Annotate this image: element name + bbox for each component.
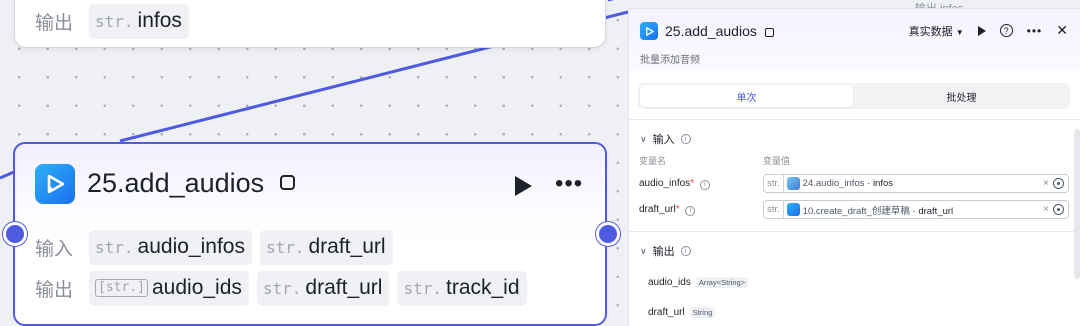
type-label: str. (265, 237, 305, 257)
plugin-badge-icon (764, 27, 774, 37)
ref-value: 10.create_draft_创建草稿 · draft_url (802, 205, 954, 217)
input-name: draft_url (308, 235, 386, 258)
info-icon: i (680, 246, 691, 256)
chevron-down-icon: ∨ (640, 245, 647, 256)
field-label-text: draft_url (639, 204, 676, 215)
ref-node: 24.audio_infos (802, 178, 865, 189)
output-name: track_id (446, 276, 520, 299)
col-var-value: 变量值 (763, 156, 791, 166)
node-detail-panel: 25.add_audios 批量添加音频 真实数据 ▼ ? ••• ✕ 单次 批… (628, 8, 1080, 326)
type-label: str. (403, 278, 442, 298)
input-chip: str. audio_infos (89, 230, 252, 265)
more-icon[interactable]: ••• (555, 172, 583, 196)
plugin-badge-icon (279, 175, 295, 191)
node-title-text: 25.add_audios (87, 168, 265, 198)
output-item: audio_ids Array<String> (648, 277, 749, 288)
info-icon: i (685, 205, 696, 216)
video-app-icon (640, 22, 658, 40)
node-add-audios[interactable]: 25.add_audios ••• 输入 str. audio_infos st… (13, 142, 607, 326)
audio-infos-ref-field[interactable]: str. 24.audio_infos · infos × (763, 174, 1069, 193)
tab-batch[interactable]: 批处理 (855, 85, 1068, 107)
video-app-icon (35, 164, 75, 204)
scrollbar[interactable] (1074, 129, 1080, 279)
chevron-down-icon: ∨ (640, 133, 647, 144)
output-type-tag: String (689, 307, 716, 318)
variable-picker-icon[interactable] (1053, 204, 1064, 215)
input-port[interactable] (3, 222, 27, 246)
output-item: draft_url String (648, 307, 716, 318)
more-icon[interactable]: ••• (1027, 24, 1043, 38)
output-chip: str. draft_url (256, 271, 390, 306)
output-chip: str. infos (89, 4, 189, 39)
ref-var: infos (872, 178, 894, 189)
close-icon[interactable]: ✕ (1056, 22, 1068, 39)
run-mode-tabs: 单次 批处理 (638, 83, 1070, 109)
node-output-row: 输出 [str.] audio_ids str. draft_url str. … (35, 271, 527, 306)
chevron-down-icon: ▼ (955, 27, 964, 37)
clear-icon[interactable]: × (1043, 204, 1049, 215)
data-mode-label: 真实数据 (908, 25, 953, 38)
run-button[interactable] (977, 25, 986, 36)
type-label: str. (764, 175, 784, 192)
node-title: 25.add_audios (87, 168, 295, 199)
field-label-text: audio_infos (639, 178, 691, 189)
panel-subtitle: 批量添加音频 (640, 55, 700, 66)
edge-line-left[interactable] (0, 170, 15, 180)
input-label: 输入 (35, 239, 74, 260)
input-name: audio_infos (137, 235, 245, 258)
data-mode-select[interactable]: 真实数据 ▼ (909, 23, 964, 39)
input-section-header[interactable]: ∨ 输入 i (640, 131, 691, 147)
output-name: audio_ids (151, 276, 242, 299)
workflow-canvas[interactable]: 输出 str. infos 25.add_audios ••• 输入 str. … (0, 0, 628, 326)
video-app-icon (786, 203, 800, 216)
info-icon: i (680, 134, 691, 144)
input-chip: str. draft_url (259, 230, 393, 265)
required-mark: * (690, 178, 695, 189)
ref-value: 24.audio_infos · infos (802, 178, 894, 189)
required-mark: * (675, 204, 680, 215)
run-button[interactable] (515, 176, 532, 196)
tab-single[interactable]: 单次 (640, 85, 853, 107)
panel-header: 25.add_audios 批量添加音频 真实数据 ▼ ? ••• ✕ (629, 9, 1080, 71)
type-label: str. (95, 237, 134, 257)
draft-url-ref-field[interactable]: str. 10.create_draft_创建草稿 · draft_url × (763, 200, 1069, 219)
variable-picker-icon[interactable] (1053, 178, 1064, 189)
ref-node: 10.create_draft_创建草稿 (802, 205, 910, 217)
type-label: str. (764, 201, 784, 218)
output-section-header[interactable]: ∨ 输出 i (640, 243, 691, 259)
output-type-tag: Array<String> (695, 277, 749, 288)
output-section-title: 输出 (652, 246, 675, 258)
output-port[interactable] (596, 222, 620, 246)
output-name: draft_url (305, 276, 383, 299)
output-label: 输出 (35, 13, 74, 34)
node-output-row: 输出 str. infos (35, 4, 189, 39)
field-label-audio-infos: audio_infos* i (639, 178, 710, 190)
input-section-title: 输入 (652, 134, 675, 146)
node-input-row: 输入 str. audio_infos str. draft_url (35, 230, 393, 265)
field-label-draft-url: draft_url* i (639, 204, 696, 216)
info-icon: i (699, 179, 710, 190)
help-icon[interactable]: ? (999, 24, 1013, 37)
panel-title-text: 25.add_audios (665, 23, 757, 39)
output-chip: [str.] audio_ids (89, 271, 249, 306)
col-var-name: 变量名 (639, 156, 667, 166)
output-name: infos (137, 9, 182, 32)
output-name: draft_url (648, 307, 685, 318)
divider (629, 231, 1080, 232)
output-label: 输出 (35, 280, 74, 301)
panel-toolbar: 真实数据 ▼ ? ••• ✕ (909, 22, 1068, 39)
type-label: str. (95, 11, 134, 31)
node-avatar-icon (786, 177, 800, 190)
output-name: audio_ids (648, 277, 691, 288)
node-audio-infos[interactable]: 输出 str. infos (14, 0, 606, 48)
clear-icon[interactable]: × (1043, 178, 1049, 189)
type-label: str. (262, 278, 302, 298)
divider (629, 119, 1080, 120)
ref-var: draft_url (918, 205, 954, 217)
panel-title: 25.add_audios (665, 23, 774, 39)
type-label: [str.] (95, 279, 148, 297)
output-chip: str. track_id (397, 271, 527, 306)
